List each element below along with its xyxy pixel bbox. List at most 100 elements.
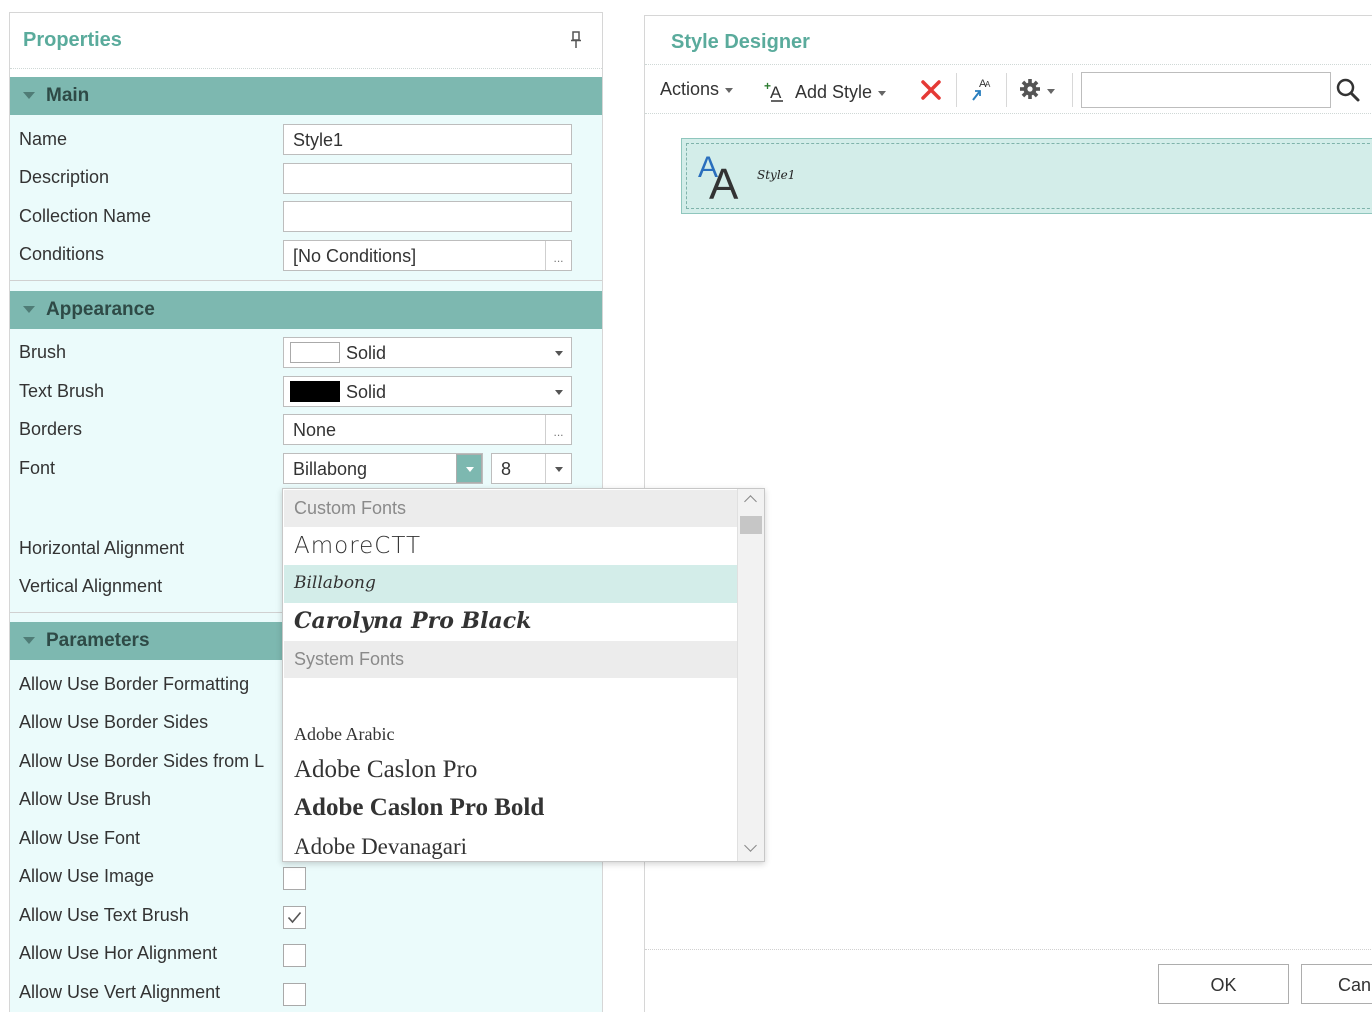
font-option-label: Carolyna Pro Black <box>294 608 532 634</box>
settings-menu-button[interactable] <box>1019 78 1055 101</box>
allow-use-image-checkbox[interactable] <box>283 867 306 890</box>
style-item-card[interactable]: A A Style1 <box>681 138 1372 214</box>
scroll-up-icon[interactable] <box>744 495 757 508</box>
borders-label: Borders <box>19 419 83 439</box>
designer-toolbar: Actions + A Add Style A A <box>645 64 1372 114</box>
font-family-combo[interactable]: Billabong <box>283 453 483 484</box>
custom-fonts-group: Custom Fonts <box>284 490 737 527</box>
gear-icon <box>1020 79 1040 99</box>
font-option[interactable]: Adobe Arabic <box>284 715 737 753</box>
conditions-field[interactable]: [No Conditions] ... <box>283 240 572 271</box>
svg-text:A: A <box>985 80 991 89</box>
param-label: Allow Use Brush <box>19 789 152 809</box>
name-value: Style1 <box>293 130 344 150</box>
font-size-combo[interactable]: 8 <box>491 453 572 484</box>
name-field[interactable]: Style1 <box>283 124 572 155</box>
font-size-adjust-icon[interactable]: A A <box>970 75 996 103</box>
collection-name-label: Collection Name <box>19 206 152 226</box>
cancel-button[interactable]: Can <box>1301 964 1372 1004</box>
section-main-label: Main <box>46 85 90 106</box>
font-option-label: Adobe Caslon Pro <box>294 756 478 783</box>
scrollbar-thumb[interactable] <box>740 516 762 534</box>
add-style-icon: + A <box>764 79 783 102</box>
delete-icon[interactable] <box>919 78 943 102</box>
font-dropdown-button[interactable] <box>456 454 482 483</box>
section-appearance[interactable]: Appearance <box>10 291 602 329</box>
properties-header: Properties <box>10 13 602 69</box>
font-option[interactable]: Adobe Devanagari <box>284 827 737 861</box>
dropdown-scrollbar[interactable] <box>737 489 764 861</box>
cancel-button-label: Can <box>1338 975 1372 995</box>
toolbar-separator <box>956 73 957 107</box>
allow-use-vert-alignment-checkbox[interactable] <box>283 983 306 1006</box>
footer-divider <box>645 949 1372 950</box>
text-brush-value: Solid <box>346 382 387 402</box>
style-designer-title: Style Designer <box>671 31 810 53</box>
text-brush-color-swatch <box>290 381 340 402</box>
ok-button[interactable]: OK <box>1158 964 1289 1004</box>
font-option-label: Adobe Arabic <box>294 724 395 744</box>
chevron-down-icon <box>555 390 563 395</box>
chevron-down-icon <box>555 467 563 472</box>
borders-field[interactable]: None ... <box>283 414 572 445</box>
font-label: Font <box>19 458 56 478</box>
borders-ellipsis-button[interactable]: ... <box>545 415 571 444</box>
font-option-selected[interactable]: Billabong <box>284 565 737 603</box>
text-brush-label: Text Brush <box>19 381 105 401</box>
description-label: Description <box>19 167 110 187</box>
section-main[interactable]: Main <box>10 77 602 115</box>
svg-text:A: A <box>770 83 782 102</box>
param-label: Allow Use Text Brush <box>19 905 189 925</box>
svg-text:A: A <box>709 160 739 203</box>
add-style-button[interactable]: + A Add Style <box>763 79 887 103</box>
section-appearance-label: Appearance <box>46 299 155 320</box>
allow-use-hor-alignment-checkbox[interactable] <box>283 944 306 967</box>
param-label: Allow Use Border Sides from L <box>19 751 265 771</box>
font-option[interactable] <box>284 678 737 716</box>
font-option-label: Adobe Devanagari <box>294 834 468 859</box>
description-field[interactable] <box>283 163 572 194</box>
pin-icon[interactable] <box>570 31 582 49</box>
font-option-label: Adobe Caslon Pro Bold <box>294 794 545 821</box>
conditions-value: [No Conditions] <box>293 246 417 266</box>
brush-label: Brush <box>19 342 67 362</box>
text-brush-dropdown[interactable]: Solid <box>283 376 572 407</box>
param-label: Allow Use Border Formatting <box>19 674 250 694</box>
collapse-triangle-icon <box>23 637 35 644</box>
search-icon[interactable] <box>1335 77 1361 103</box>
brush-dropdown[interactable]: Solid <box>283 337 572 368</box>
search-input[interactable] <box>1086 77 1326 103</box>
param-label: Allow Use Vert Alignment <box>19 982 221 1002</box>
borders-value: None <box>293 420 337 440</box>
actions-menu-button[interactable]: Actions <box>660 79 734 100</box>
conditions-label: Conditions <box>19 244 105 264</box>
scroll-down-icon[interactable] <box>744 839 757 852</box>
font-dropdown-list[interactable]: Custom Fonts AmoreCTT Billabong Carolyna… <box>282 488 765 862</box>
caret-down-icon <box>725 87 734 93</box>
font-option[interactable]: Carolyna Pro Black <box>284 603 737 641</box>
font-option-label: Billabong <box>294 573 376 593</box>
conditions-ellipsis-button[interactable]: ... <box>545 241 571 270</box>
font-option[interactable]: Adobe Caslon Pro Bold <box>284 789 737 827</box>
brush-value: Solid <box>346 343 387 363</box>
param-label: Allow Use Border Sides <box>19 712 209 732</box>
chevron-down-icon <box>466 467 474 472</box>
properties-title: Properties <box>23 29 122 51</box>
caret-down-icon <box>878 90 887 96</box>
actions-label: Actions <box>660 79 720 99</box>
param-label: Allow Use Hor Alignment <box>19 943 218 963</box>
checkmark-icon <box>287 911 302 924</box>
chevron-down-icon <box>555 351 563 356</box>
add-style-label: Add Style <box>795 82 873 102</box>
font-size-value: 8 <box>501 459 512 479</box>
section-parameters-label: Parameters <box>46 630 150 651</box>
ok-button-label: OK <box>1210 975 1237 995</box>
caret-down-icon <box>1047 88 1055 94</box>
collection-name-field[interactable] <box>283 201 572 232</box>
font-option[interactable]: Adobe Caslon Pro <box>284 751 737 789</box>
allow-use-text-brush-checkbox[interactable] <box>283 906 306 929</box>
search-box[interactable] <box>1081 72 1331 108</box>
font-family-value: Billabong <box>293 459 368 479</box>
text-style-icon: A A <box>698 151 739 203</box>
font-option[interactable]: AmoreCTT <box>284 527 737 565</box>
